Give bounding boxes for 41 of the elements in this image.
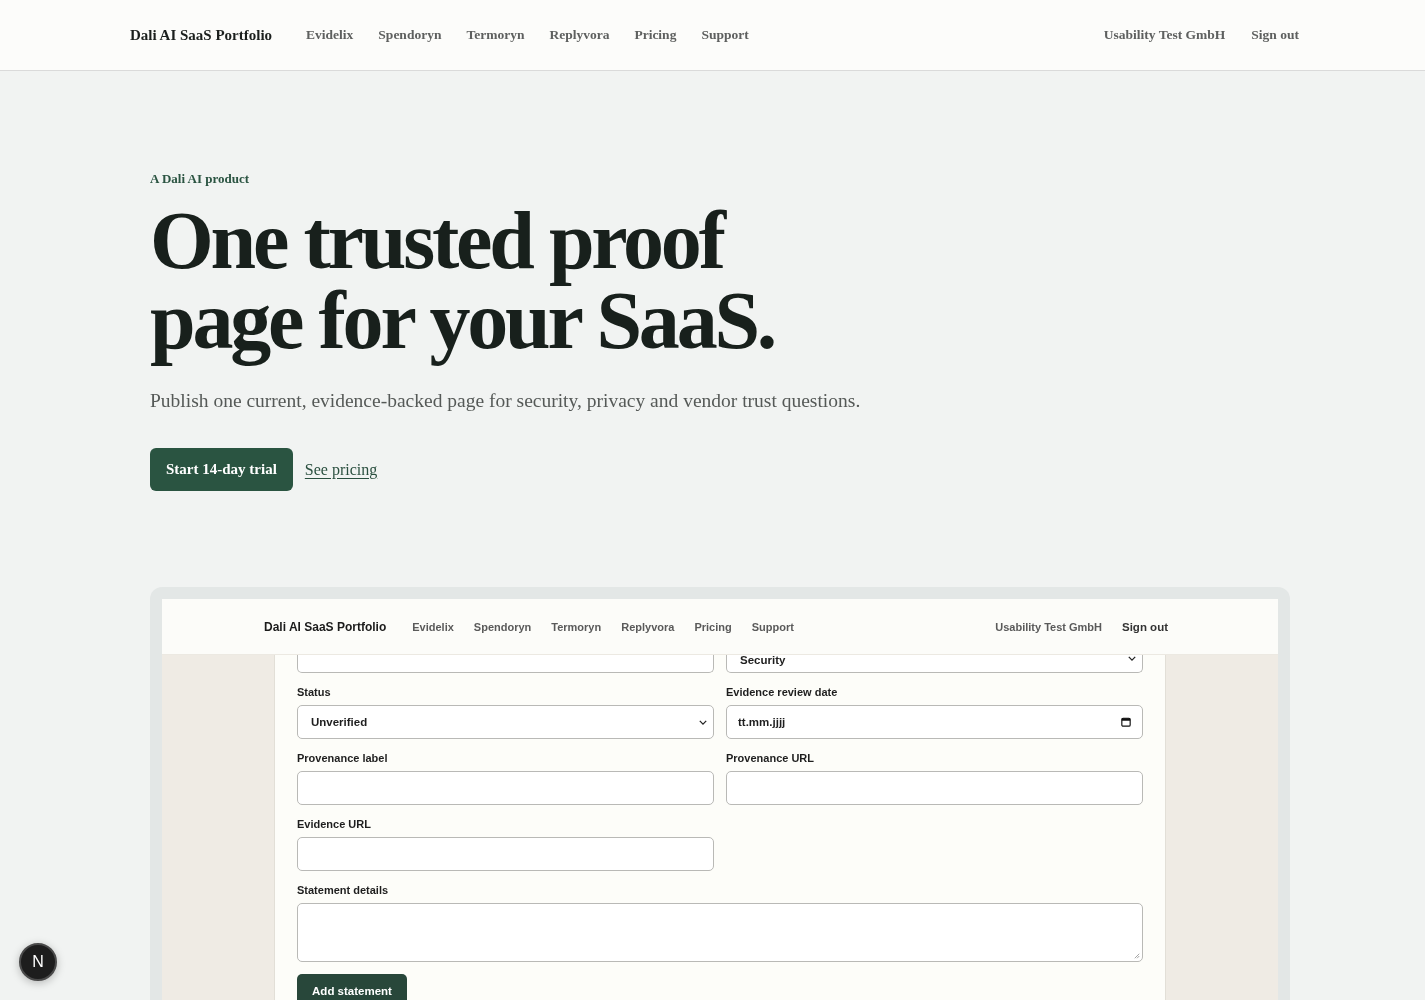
field-label: Provenance URL [726,751,816,765]
nav-link[interactable]: Pricing [694,620,732,633]
nav-link[interactable]: Support [701,27,749,43]
nav-link[interactable]: Termoryn [466,27,525,43]
field-label: Status [297,685,332,699]
nav-link[interactable]: Replyvora [549,27,610,43]
nav-link[interactable]: Evidelix [306,27,354,43]
field-label: Evidence URL [297,817,372,831]
nav-link[interactable]: Spendoryn [473,620,532,633]
add-statement-button[interactable]: Add statement [297,974,407,1000]
eyebrow-text: A Dali AI product [150,171,251,187]
hero-subtitle: Publish one current, evidence-backed page for security, privacy and vendor trust questions. [150,389,862,413]
nav-link[interactable]: Pricing [634,27,677,43]
brand-name[interactable]: Dali AI SaaS Portfolio [264,619,387,634]
select-field[interactable]: Unverified [297,705,714,739]
resize-grip-icon[interactable] [1134,953,1140,959]
text-field[interactable] [297,771,714,805]
nav-link[interactable]: Evidelix [412,620,454,633]
field-label: Provenance label [297,751,389,765]
nav-link[interactable]: Replyvora [621,620,675,633]
sign-out-link[interactable]: Sign out [1251,27,1299,43]
sign-out-link[interactable]: Sign out [1122,620,1168,633]
account-name[interactable]: Usability Test GmbH [995,620,1102,633]
date-field[interactable]: tt.mm.jjjj [726,705,1143,739]
textarea-field[interactable] [297,903,1143,962]
text-field[interactable] [726,771,1143,805]
hero-headline: One trusted proof page for your SaaS. [150,201,776,368]
nav-link[interactable]: Termoryn [551,620,602,633]
start-trial-button[interactable]: Start 14-day trial [150,448,293,491]
see-pricing-link[interactable]: See pricing [304,460,378,479]
field-label: Evidence review date [726,685,839,699]
nav-link[interactable]: Support [751,620,794,633]
brand-name[interactable]: Dali AI SaaS Portfolio [130,26,273,44]
nav-link[interactable]: Spendoryn [378,27,442,43]
field-label: Statement details [297,883,390,897]
account-name[interactable]: Usability Test GmbH [1103,27,1226,43]
dev-indicator-badge[interactable]: N [19,943,57,981]
chevron-down-icon [1128,656,1136,661]
text-field[interactable] [297,837,714,871]
chevron-down-icon [699,719,707,725]
calendar-icon[interactable] [1121,717,1131,727]
